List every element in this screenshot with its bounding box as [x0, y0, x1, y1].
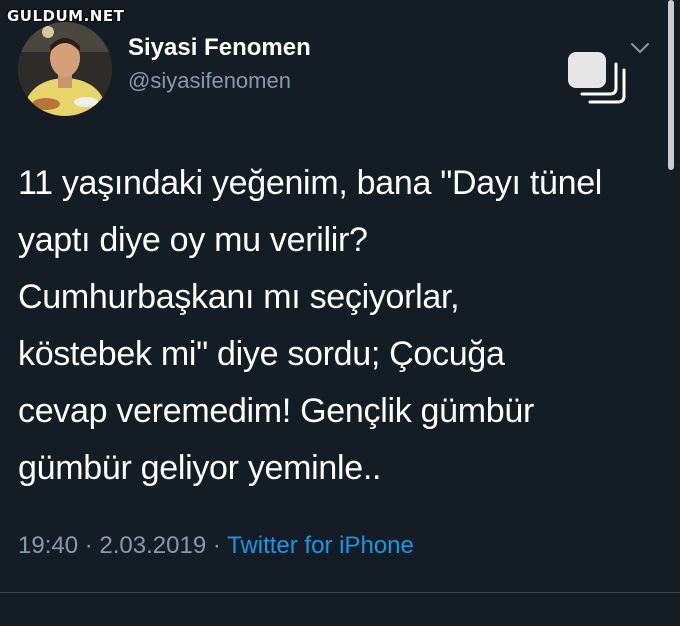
tweet-line: gümbür geliyor yeminle.. [18, 449, 382, 487]
tweet-meta: 19:40 · 2.03.2019 · Twitter for iPhone [18, 532, 414, 560]
scrollbar[interactable] [668, 0, 674, 170]
tweet-line: yaptı diye oy mu verilir? [18, 221, 368, 259]
divider [0, 592, 680, 593]
user-handle[interactable]: @siyasifenomen [128, 68, 291, 94]
meta-separator: · [206, 532, 228, 559]
avatar[interactable] [18, 22, 112, 116]
tweet-line: Cumhurbaşkanı mı seçiyorlar, [18, 278, 460, 316]
tweet-line: köstebek mi" diye sordu; Çocuğa [18, 335, 505, 373]
chevron-down-icon[interactable] [628, 38, 652, 58]
display-name[interactable]: Siyasi Fenomen [128, 34, 311, 62]
profile-photo-icon [18, 22, 112, 116]
meta-separator: · [78, 532, 100, 559]
tweet-time[interactable]: 19:40 [18, 532, 78, 559]
tweet-line: cevap veremedim! Gençlik gümbür [18, 392, 535, 430]
tweet-date[interactable]: 2.03.2019 [99, 532, 206, 559]
copy-stack-icon[interactable] [564, 48, 628, 108]
tweet-source-link[interactable]: Twitter for iPhone [227, 532, 414, 559]
tweet-line: 11 yaşındaki yeğenim, bana "Dayı tünel [18, 164, 603, 202]
tweet-text: 11 yaşındaki yeğenim, bana "Dayı tünel y… [18, 155, 658, 497]
